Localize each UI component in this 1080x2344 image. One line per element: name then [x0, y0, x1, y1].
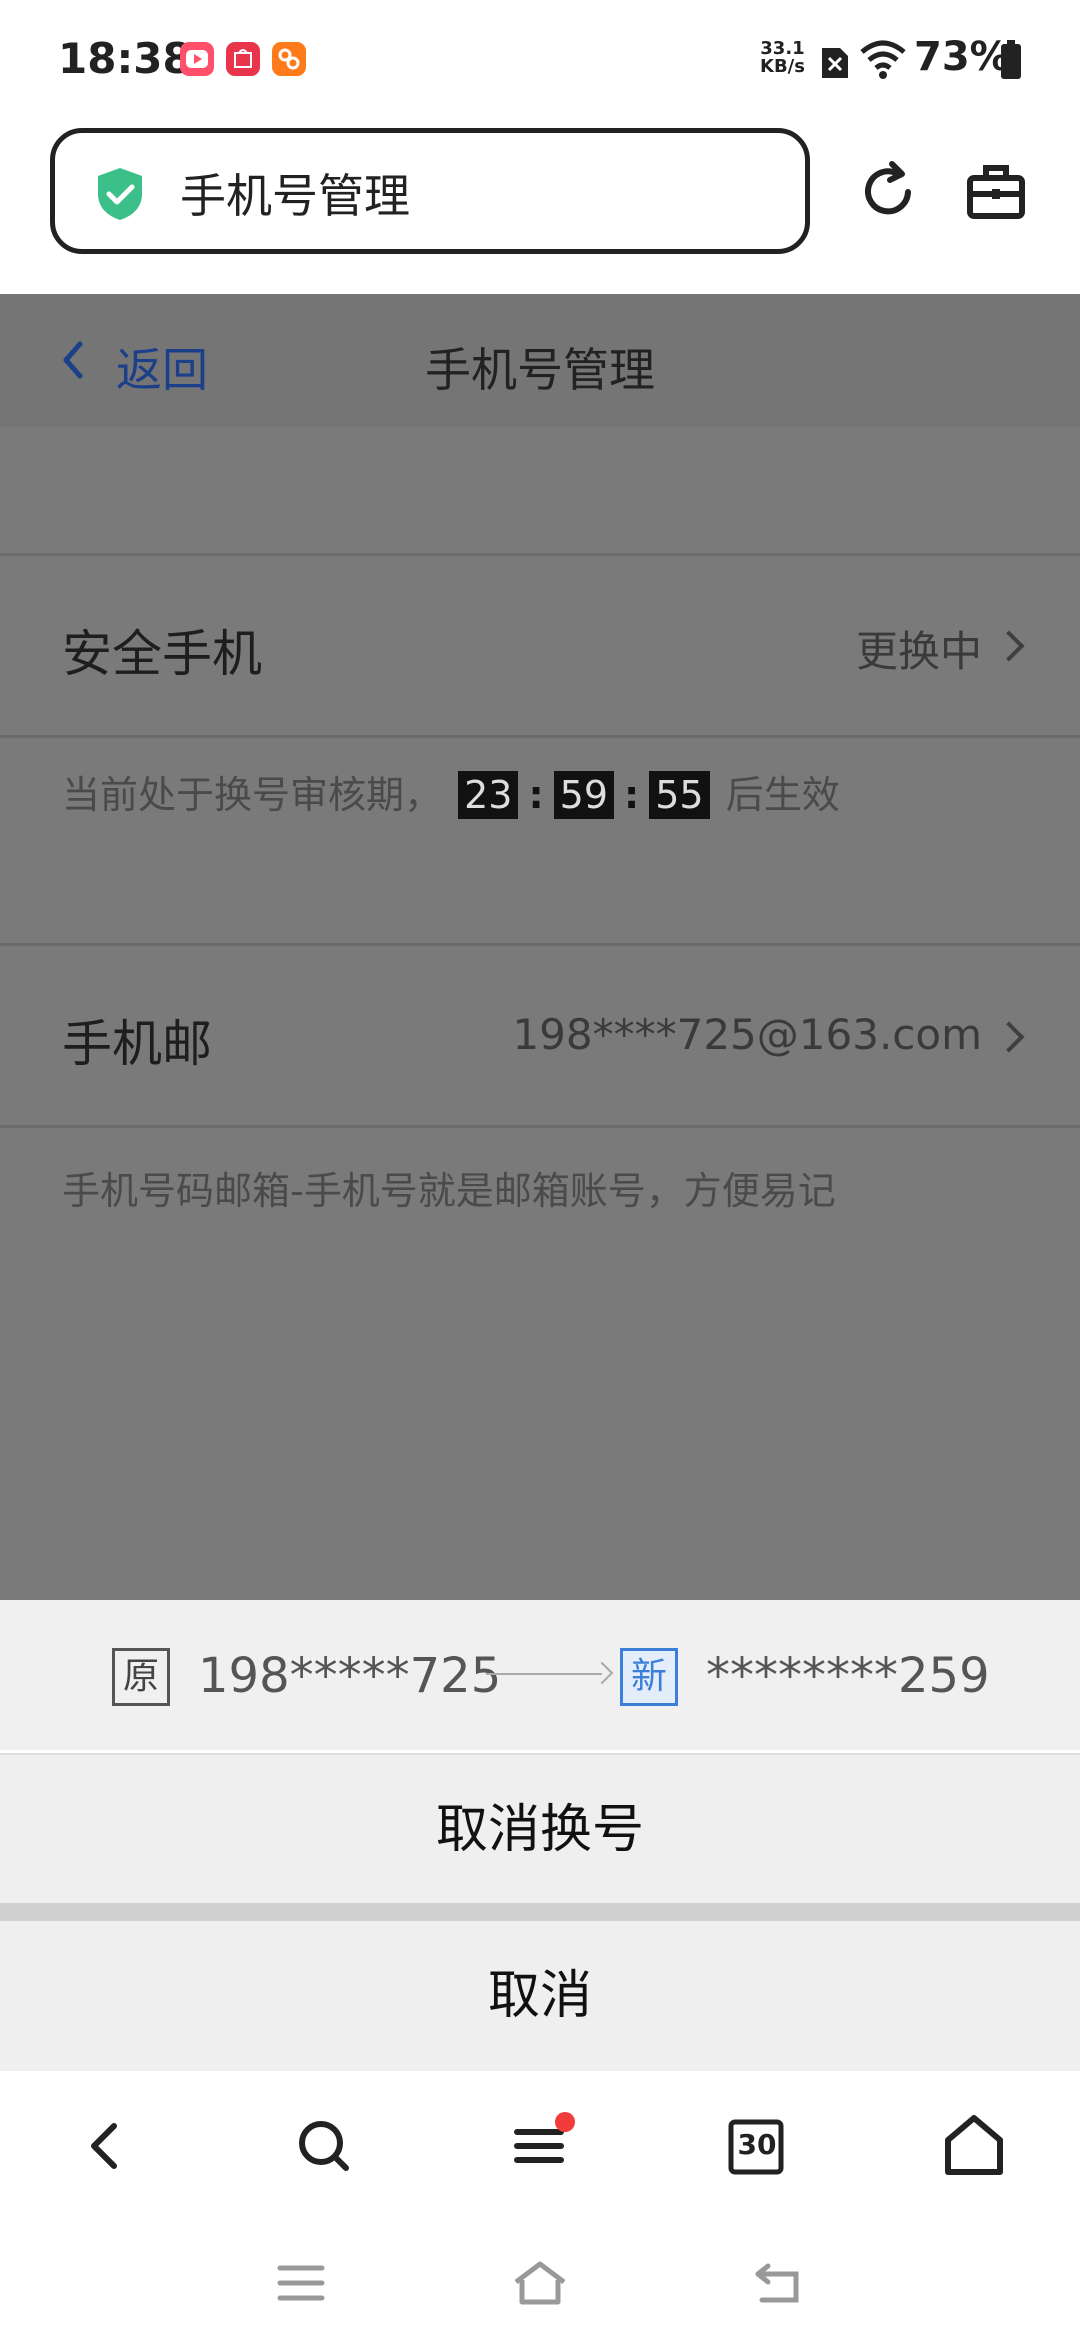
divider [0, 1125, 1080, 1128]
countdown-minutes: 59 [553, 771, 615, 819]
wifi-icon [860, 40, 906, 80]
colon: : [528, 773, 544, 817]
toolbox-icon[interactable] [964, 160, 1028, 224]
arrow-line [486, 1673, 602, 1675]
menu-icon[interactable] [505, 2110, 577, 2182]
network-speed-unit: KB/s [760, 56, 805, 77]
search-icon[interactable] [288, 2110, 360, 2182]
cancel-button[interactable]: 取消 [0, 1921, 1080, 2071]
divider [0, 553, 1080, 556]
video-app-icon [180, 42, 214, 76]
back-icon[interactable] [70, 2110, 142, 2182]
home-icon[interactable] [938, 2110, 1010, 2182]
phone-mail-value[interactable]: 198****725@163.com [512, 1010, 982, 1059]
phone-mail-desc: 手机号码邮箱-手机号就是邮箱账号，方便易记 [62, 1169, 836, 1213]
review-suffix: 后生效 [725, 773, 840, 817]
tab-count: 30 [737, 2128, 777, 2161]
countdown-seconds: 55 [649, 771, 710, 819]
cancel-change-button[interactable]: 取消换号 [0, 1753, 1080, 1905]
page-title: 手机号管理 [425, 343, 655, 397]
countdown-hours: 23 [458, 771, 519, 819]
review-prefix: 当前处于换号审核期， [62, 773, 443, 817]
orange-app-icon [272, 42, 306, 76]
network-speed: 33.1 KB/s [760, 40, 805, 76]
phone-mail-label: 手机邮 [62, 1015, 212, 1073]
page-overlay[interactable] [0, 294, 1080, 1600]
refresh-icon[interactable] [856, 160, 920, 224]
old-number-tag: 原 [112, 1648, 170, 1706]
battery-percent: 73% [914, 34, 1010, 80]
sheet-separator [0, 1903, 1080, 1921]
secure-phone-label: 安全手机 [62, 625, 262, 683]
system-home-icon[interactable] [510, 2258, 570, 2308]
address-title: 手机号管理 [180, 169, 410, 223]
new-number-tag: 新 [620, 1648, 678, 1706]
status-time: 18:38 [58, 34, 192, 83]
system-back-icon[interactable] [752, 2260, 808, 2306]
divider [0, 735, 1080, 738]
colon: : [624, 773, 640, 817]
no-sim-icon [820, 44, 850, 80]
huawei-store-icon [226, 42, 260, 76]
recent-apps-icon[interactable] [276, 2260, 326, 2306]
new-number: ********259 [706, 1648, 990, 1704]
review-period-text: 当前处于换号审核期， 23:59:55 后生效 [62, 764, 840, 819]
secure-phone-status[interactable]: 更换中 [856, 618, 982, 679]
battery-icon [1000, 40, 1022, 80]
shield-check-icon [94, 166, 146, 222]
divider [0, 943, 1080, 946]
old-number: 198*****725 [198, 1648, 502, 1704]
address-bar[interactable] [50, 128, 810, 254]
